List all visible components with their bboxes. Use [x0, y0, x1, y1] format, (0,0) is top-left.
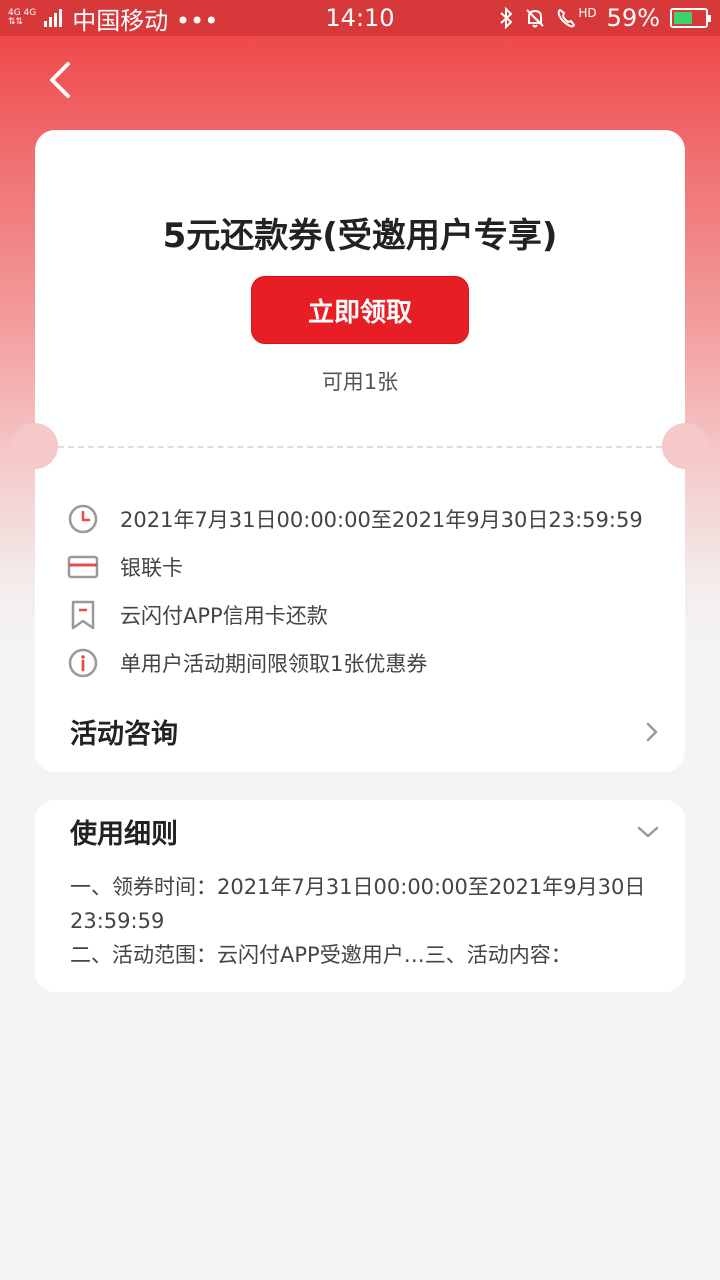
screen: 4G 4G ⇅⇅ 中国移动 ••• 14:10 HD 59% 5元还款券(受邀用… — [0, 0, 720, 1280]
claim-button[interactable]: 立即领取 — [251, 276, 469, 344]
chevron-down-icon — [637, 826, 659, 837]
hd-label: HD — [578, 6, 597, 20]
detail-row-limit: 单用户活动期间限领取1张优惠券 — [66, 646, 427, 680]
rules-header[interactable]: 使用细则 — [70, 812, 660, 851]
ticket-notch-right — [662, 423, 708, 469]
battery-fill — [674, 12, 692, 24]
status-bar: 4G 4G ⇅⇅ 中国移动 ••• 14:10 HD 59% — [0, 0, 720, 36]
battery-percent: 59% — [606, 4, 660, 32]
consult-label: 活动咨询 — [70, 719, 178, 750]
ticket-divider — [58, 446, 662, 448]
consult-row[interactable]: 活动咨询 — [70, 712, 660, 751]
carrier-label: 中国移动 ••• — [72, 6, 219, 35]
detail-row-card: 银联卡 — [66, 550, 183, 584]
network-arrows: ⇅⇅ — [8, 17, 24, 27]
info-icon — [66, 646, 100, 680]
bookmark-icon — [66, 598, 100, 632]
card-icon — [66, 550, 100, 584]
network-type-icon: 4G 4G ⇅⇅ — [8, 9, 36, 27]
detail-row-validity: 2021年7月31日00:00:00至2021年9月30日23:59:59 — [66, 502, 643, 536]
rules-body: 一、领券时间：2021年7月31日00:00:00至2021年9月30日 23:… — [70, 870, 660, 972]
signal-icon — [44, 9, 63, 27]
rules-line: 一、领券时间：2021年7月31日00:00:00至2021年9月30日 — [70, 875, 646, 899]
detail-text: 云闪付APP信用卡还款 — [120, 604, 328, 628]
coupon-title: 5元还款券(受邀用户专享) — [162, 216, 558, 256]
hd-call-icon: HD — [556, 6, 597, 29]
bluetooth-icon — [500, 7, 513, 29]
available-count: 可用1张 — [321, 370, 399, 394]
detail-text: 2021年7月31日00:00:00至2021年9月30日23:59:59 — [120, 508, 643, 532]
rules-title: 使用细则 — [70, 819, 178, 850]
status-right: HD 59% — [498, 4, 711, 32]
clock-icon — [66, 502, 100, 536]
chevron-right-icon — [646, 722, 658, 741]
detail-text: 单用户活动期间限领取1张优惠券 — [120, 652, 428, 676]
rules-line: 23:59:59 — [70, 909, 165, 933]
status-left: 4G 4G ⇅⇅ 中国移动 ••• — [8, 1, 218, 36]
rules-line: 二、活动范围：云闪付APP受邀用户…三、活动内容： — [70, 943, 572, 967]
detail-text: 银联卡 — [120, 556, 183, 580]
mute-bell-icon — [526, 9, 545, 28]
ticket-notch-left — [12, 423, 58, 469]
battery-icon — [670, 8, 711, 28]
back-button[interactable] — [36, 56, 84, 104]
detail-row-channel: 云闪付APP信用卡还款 — [66, 598, 328, 632]
chevron-left-icon — [50, 62, 70, 98]
